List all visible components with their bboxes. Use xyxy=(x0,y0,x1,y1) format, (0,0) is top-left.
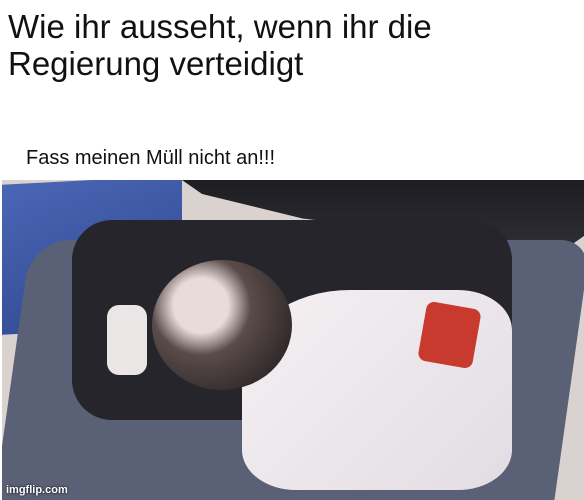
red-bottle xyxy=(417,300,482,370)
meme-caption: Fass meinen Müll nicht an!!! xyxy=(26,147,275,169)
imgflip-watermark: imgflip.com xyxy=(6,484,68,496)
white-bottle xyxy=(107,305,147,375)
meme-top-text: Wie ihr ausseht, wenn ihr die Regierung … xyxy=(8,8,432,82)
top-text-line-1: Wie ihr ausseht, wenn ihr die xyxy=(8,8,432,45)
possum-in-trash-bin-photo: imgflip.com xyxy=(2,180,584,500)
possum xyxy=(152,260,292,390)
top-text-line-2: Regierung verteidigt xyxy=(8,45,304,82)
